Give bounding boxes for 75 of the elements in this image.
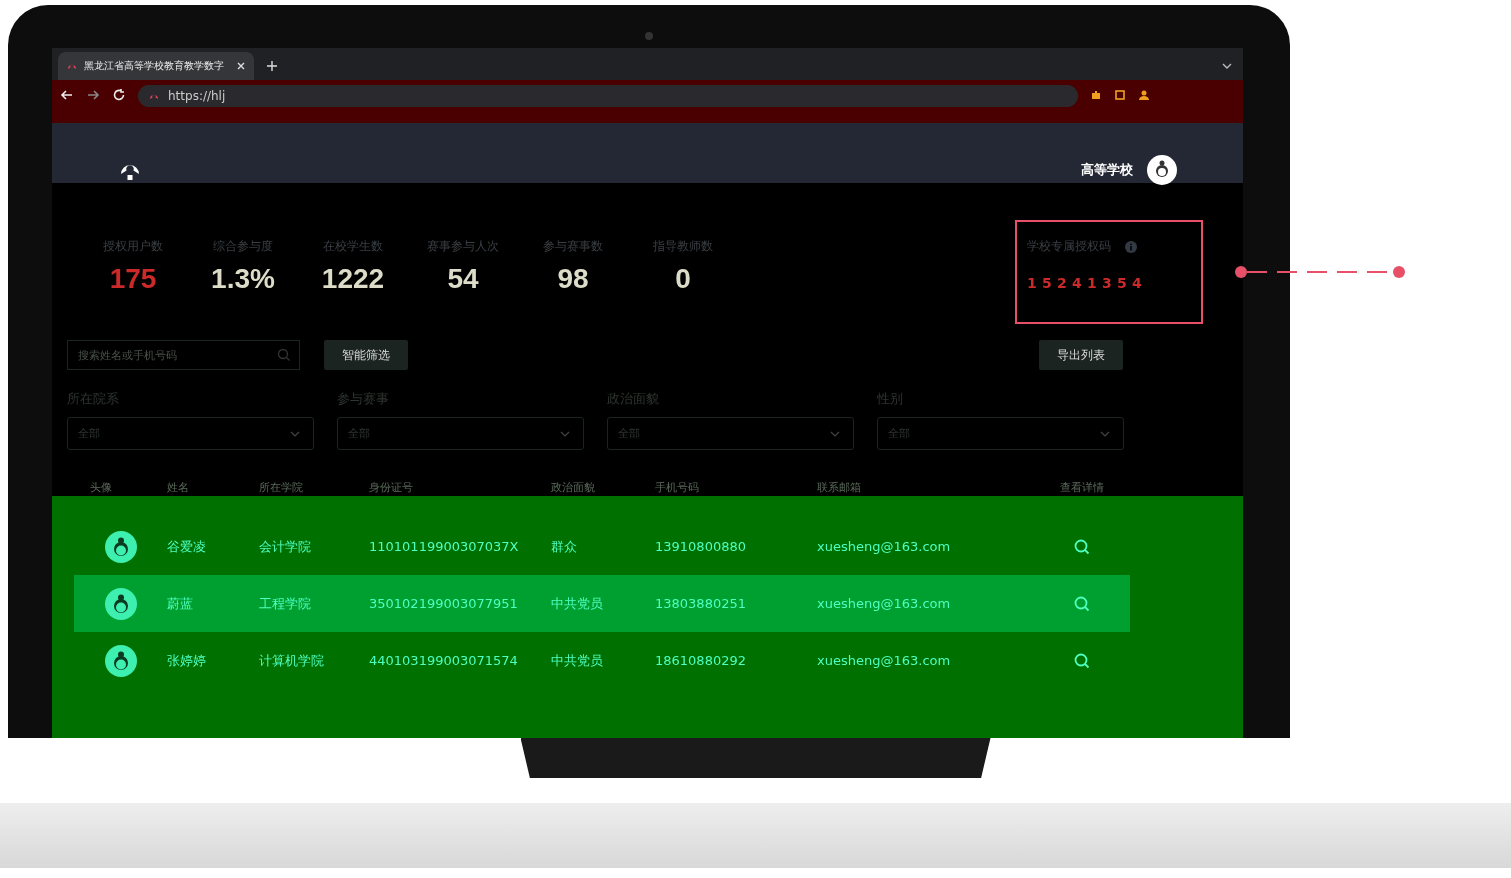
stat-value: 0 (675, 263, 691, 295)
table-row[interactable]: 谷爱凌 会计学院 11010119900307037X 群众 13910800880 xuesheng@163.com (74, 518, 1130, 575)
table-row[interactable]: 张婷婷 计算机学院 440103199003071574 中共党员 18610880292 xuesheng@163.com (74, 632, 1130, 689)
reload-icon[interactable] (112, 88, 126, 102)
avatar-icon[interactable] (1147, 155, 1177, 185)
table-cell-text: xuesheng@163.com (817, 539, 952, 554)
stat-label: 参与赛事数 (543, 238, 603, 255)
column-header: 手机号码 (655, 480, 700, 495)
stat-value: 54 (447, 263, 479, 295)
table-cell-text: 谷爱凌 (167, 537, 207, 556)
selected-row[interactable]: 蔚蓝 工程学院 350102199003077951 中共党员 13803880251 xuesheng@163.com (74, 575, 1130, 632)
stat-label: 在校学生数 (323, 238, 383, 255)
stat-label: 指导教师数 (653, 238, 713, 255)
search-icon (277, 348, 291, 362)
camera-dot (645, 32, 653, 40)
stat-value: 1222 (321, 263, 385, 295)
search-field[interactable]: 搜索姓名或手机号码 (67, 340, 300, 370)
table-cell-text: 11010119900307037X (369, 539, 520, 554)
export-button[interactable]: 导出列表 (1039, 340, 1123, 370)
address-bar[interactable]: https://hlj (138, 85, 1078, 107)
auth-code-digit: 4 (1132, 275, 1142, 291)
column-header: 身份证号 (369, 480, 414, 495)
new-tab-icon[interactable] (266, 60, 278, 72)
table-cell-text: 18610880292 (655, 653, 747, 668)
column-header: 姓名 (167, 480, 190, 495)
table-cell-text: 张婷婷 (167, 651, 207, 670)
auth-code-digit: 1 (1027, 275, 1037, 291)
auth-code-digit: 3 (1102, 275, 1112, 291)
window-icon[interactable] (1114, 89, 1126, 101)
auth-code-digit: 4 (1072, 275, 1082, 291)
column-header: 政治面貌 (551, 480, 596, 495)
stat-label: 综合参与度 (213, 238, 273, 255)
column-header: 查看详情 (1059, 480, 1105, 495)
table-cell-text: 中共党员 (551, 651, 604, 670)
auth-code-digit: 1 (1087, 275, 1097, 291)
close-icon[interactable] (236, 61, 246, 71)
table-cell-text: 会计学院 (259, 537, 312, 556)
auth-code-digit: 5 (1042, 275, 1052, 291)
auth-code-label: 学校专属授权码 (1027, 238, 1111, 255)
avatar-icon (104, 587, 137, 620)
avatar-icon (104, 530, 137, 563)
back-icon[interactable] (60, 88, 74, 102)
table-cell-text: 工程学院 (259, 594, 312, 613)
smart-filter-button[interactable]: 智能筛选 (324, 340, 408, 370)
table-cell-text: 群众 (551, 537, 578, 556)
stat-value: 98 (557, 263, 589, 295)
search-icon[interactable] (1074, 652, 1090, 669)
table-cell-text: 计算机学院 (259, 651, 325, 670)
search-icon[interactable] (1074, 538, 1090, 555)
avatar-icon (104, 644, 137, 677)
table-cell-text: xuesheng@163.com (817, 653, 952, 668)
puzzle-icon[interactable] (1090, 89, 1102, 101)
column-header: 联系邮箱 (817, 480, 862, 495)
stat-value: 1.3% (211, 263, 275, 295)
forward-icon[interactable] (86, 88, 100, 102)
table-cell-text: 440103199003071574 (369, 653, 519, 668)
school-name: 高等学校 (1081, 161, 1133, 179)
table-cell-text: 13803880251 (655, 596, 747, 611)
tab-title: 黑龙江省高等学校教育教学数字 (84, 59, 225, 73)
table-cell-text: 13910800880 (655, 539, 747, 554)
browser-tab[interactable]: 黑龙江省高等学校教育教学数字 (58, 52, 254, 80)
stat-value: 175 (109, 263, 157, 295)
url-text: https://hlj (168, 89, 226, 103)
column-header: 所在学院 (259, 480, 304, 495)
table-cell-text: 中共党员 (551, 594, 604, 613)
column-header: 头像 (89, 480, 113, 495)
table-cell-text: 蔚蓝 (167, 594, 194, 613)
stat-label: 授权用户数 (103, 238, 163, 255)
auth-code-digit: 2 (1057, 275, 1067, 291)
auth-code-digit: 5 (1117, 275, 1127, 291)
table-cell-text: xuesheng@163.com (817, 596, 952, 611)
table-cell-text: 350102199003077951 (369, 596, 519, 611)
stat-label: 赛事参与人次 (427, 238, 499, 255)
search-icon[interactable] (1074, 595, 1090, 612)
profile-icon[interactable] (1138, 89, 1150, 101)
